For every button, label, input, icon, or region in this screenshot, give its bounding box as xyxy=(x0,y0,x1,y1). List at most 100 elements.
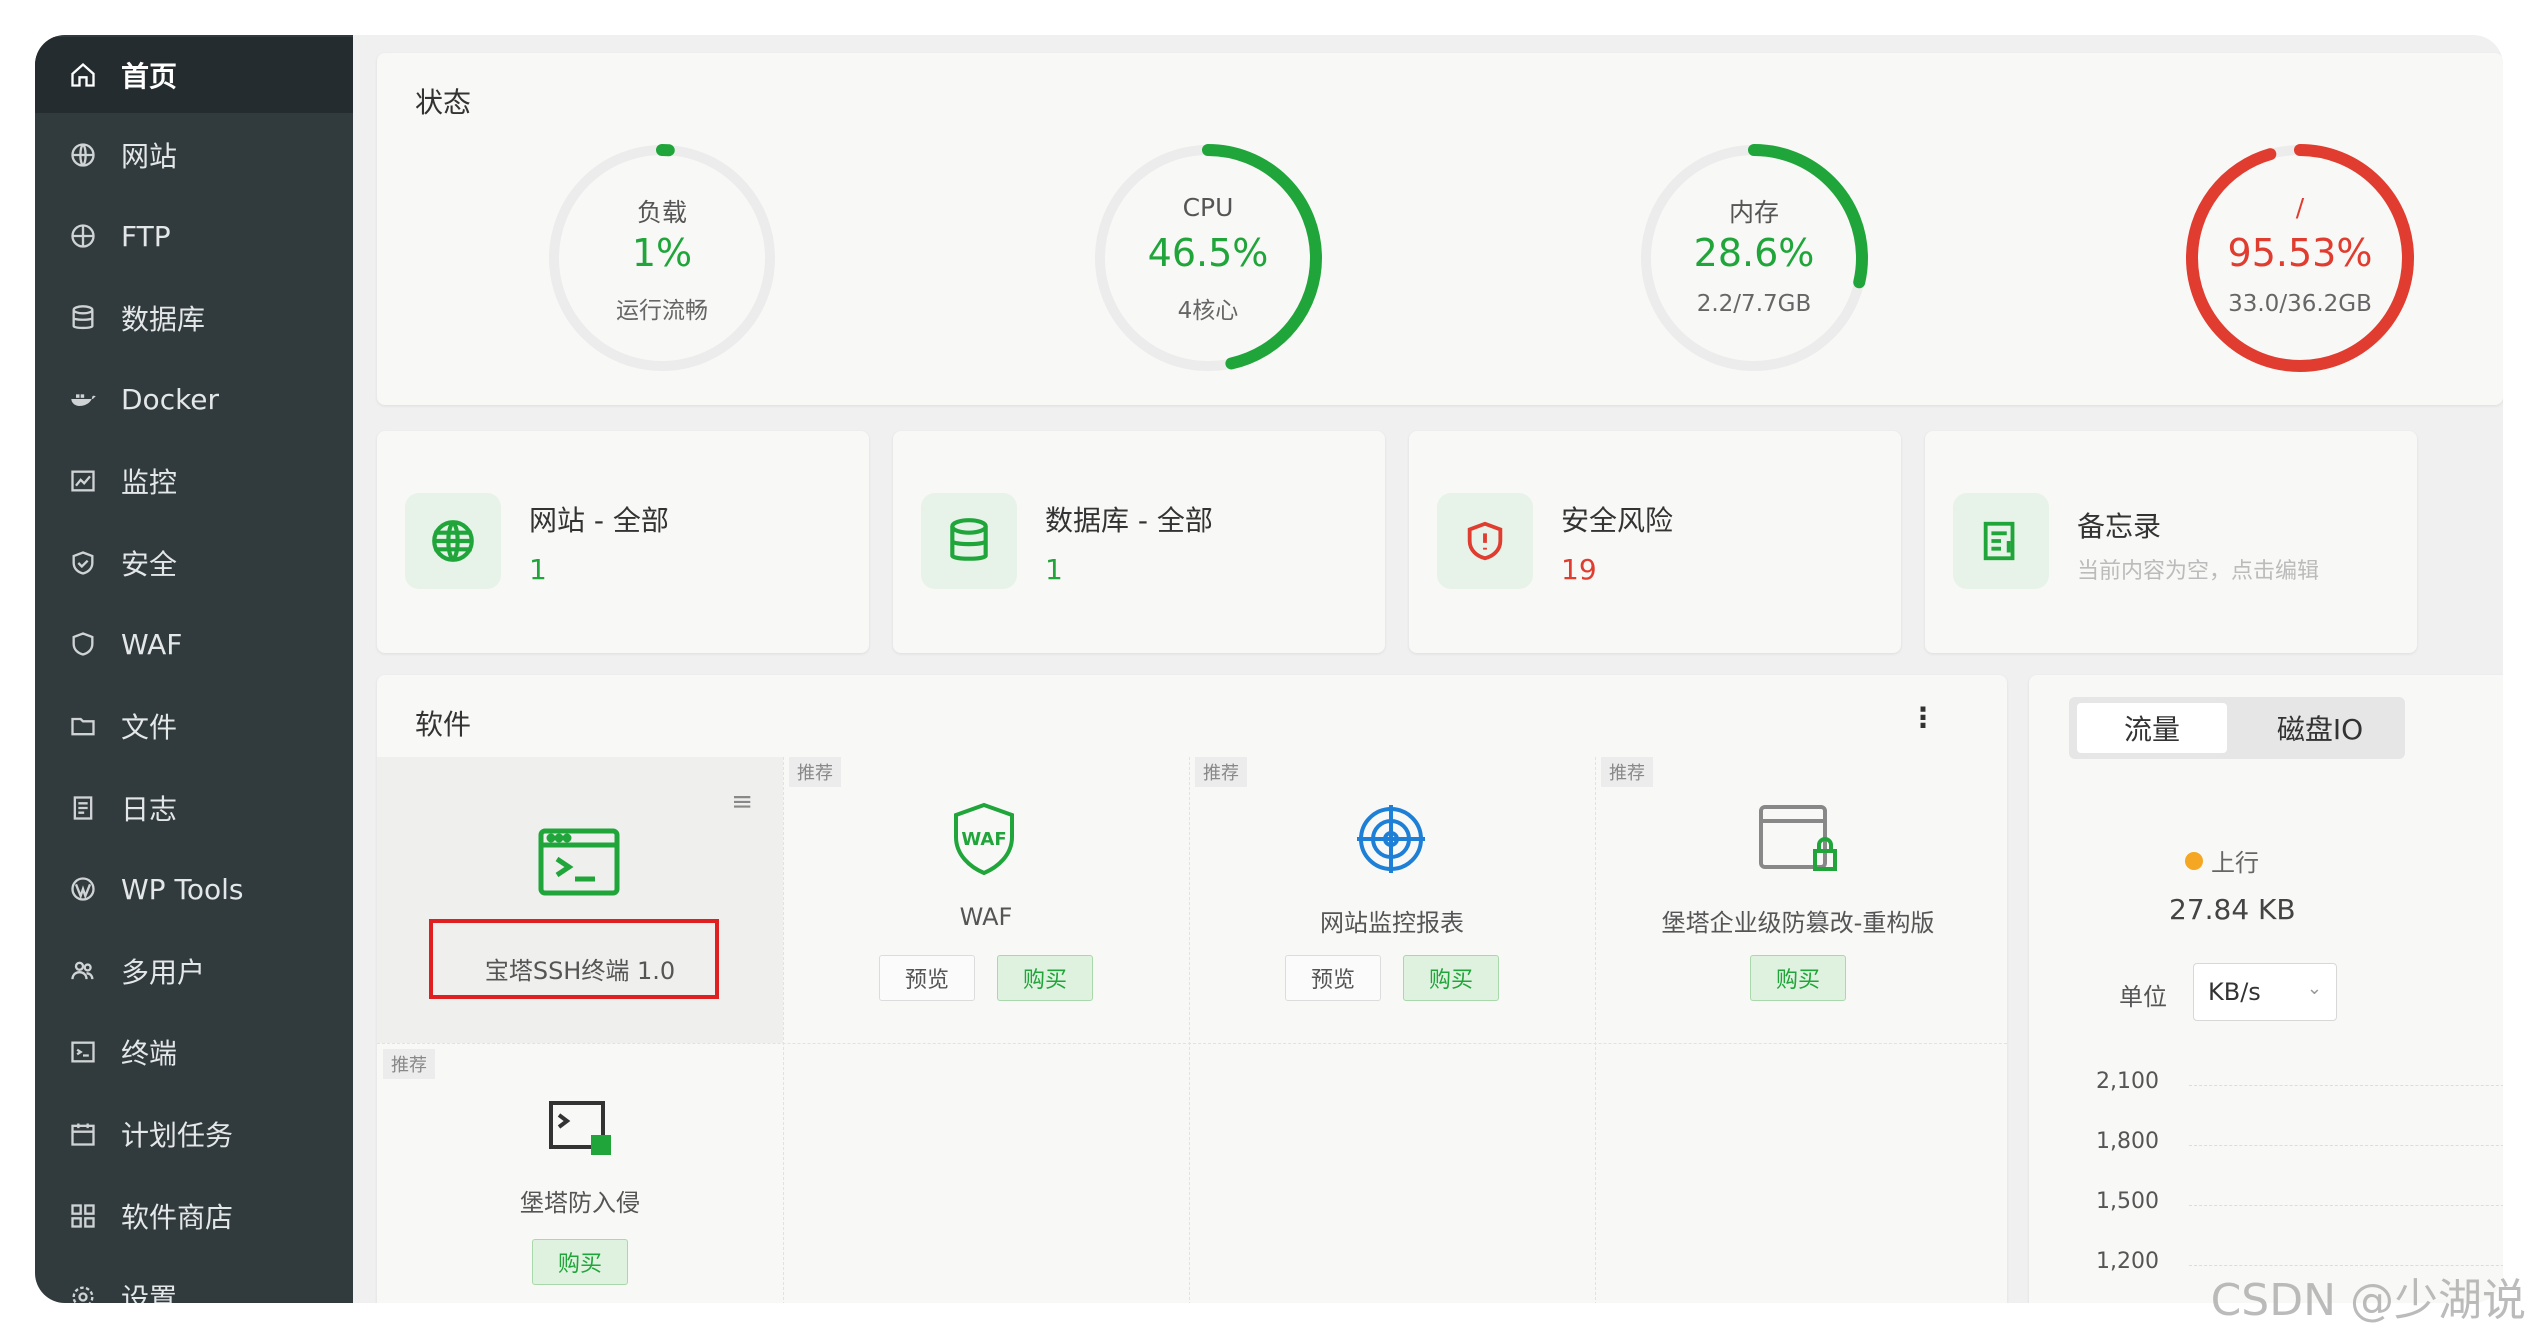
y-tick: 1,500 xyxy=(2096,1189,2159,1214)
database-icon xyxy=(67,302,99,334)
sidebar-item-ftp[interactable]: FTP xyxy=(35,198,353,274)
recommend-tag: 推荐 xyxy=(1195,757,1247,787)
memo-card[interactable]: 备忘录 当前内容为空，点击编辑 xyxy=(1925,431,2417,653)
tile-name: 堡塔企业级防篡改-重构版 xyxy=(1661,909,1935,937)
gauge-label: / xyxy=(2295,193,2305,222)
buy-button[interactable]: 购买 xyxy=(532,1239,628,1285)
upload-dot xyxy=(2185,851,2203,870)
tab-traffic[interactable]: 流量 xyxy=(2077,703,2227,753)
shield-icon xyxy=(67,547,99,579)
unit-select[interactable]: KB/s ⌄ xyxy=(2193,963,2337,1021)
software-tile-site-monitor[interactable]: 推荐 网站监控报表 预览 购买 xyxy=(1189,757,1595,1043)
gauge-sub: 4核心 xyxy=(1177,298,1239,324)
unit-label: 单位 xyxy=(2119,983,2167,1011)
load-gauge[interactable]: 负载 1% 运行流畅 xyxy=(537,133,787,383)
memory-gauge[interactable]: 内存 28.6% 2.2/7.7GB xyxy=(1629,133,1879,383)
sidebar-item-label: 文件 xyxy=(121,711,178,744)
sidebar-item-label: WP Tools xyxy=(121,872,244,906)
memo-icon xyxy=(1953,493,2049,589)
risk-shield-icon xyxy=(1437,493,1533,589)
watermark-text: CSDN @少湖说 xyxy=(2210,1275,2526,1326)
locked-window-icon xyxy=(1757,803,1843,883)
cpu-gauge[interactable]: CPU 46.5% 4核心 xyxy=(1083,133,1333,383)
preview-button[interactable]: 预览 xyxy=(1285,955,1381,1001)
y-tick: 1,800 xyxy=(2096,1129,2159,1154)
tab-disk-io[interactable]: 磁盘IO xyxy=(2245,703,2395,753)
grid-line xyxy=(2189,1205,2503,1206)
grid-icon xyxy=(67,1200,99,1232)
gauge-value: 1% xyxy=(631,231,693,275)
tile-name: 宝塔SSH终端 1.0 xyxy=(484,957,676,985)
recommend-tag: 推荐 xyxy=(1601,757,1653,787)
sidebar-item-terminal[interactable]: 终端 xyxy=(35,1014,353,1090)
sites-card[interactable]: 网站 - 全部 1 xyxy=(377,431,869,653)
status-title: 状态 xyxy=(415,86,472,119)
sidebar-item-home[interactable]: 首页 xyxy=(35,37,353,113)
sidebar-item-monitor[interactable]: 监控 xyxy=(35,443,353,519)
tile-divider xyxy=(783,757,784,1303)
grid-line xyxy=(2189,1145,2503,1146)
y-tick: 1,200 xyxy=(2096,1249,2159,1274)
users-icon xyxy=(67,955,99,987)
buy-button[interactable]: 购买 xyxy=(1750,955,1846,1001)
sidebar-item-label: WAF xyxy=(121,627,183,661)
sidebar-item-security[interactable]: 安全 xyxy=(35,525,353,601)
tile-divider xyxy=(1595,757,1596,1303)
sidebar-item-waf[interactable]: WAF xyxy=(35,606,353,682)
sidebar-item-label: 日志 xyxy=(121,793,178,826)
sidebar-item-label: 终端 xyxy=(121,1037,178,1070)
gauge-sub: 运行流畅 xyxy=(616,298,708,324)
waf-icon: WAF xyxy=(949,801,1019,881)
gauge-sub: 33.0/36.2GB xyxy=(2228,291,2372,317)
sidebar-item-cron[interactable]: 计划任务 xyxy=(35,1096,353,1172)
sidebar-item-label: 首页 xyxy=(121,60,178,93)
software-tile-intrusion-prevention[interactable]: 推荐 堡塔防入侵 购买 xyxy=(377,1043,783,1303)
databases-card[interactable]: 数据库 - 全部 1 xyxy=(893,431,1385,653)
card-value[interactable]: 19 xyxy=(1561,553,1597,586)
more-options-icon[interactable]: ⋮ xyxy=(1909,701,1937,734)
software-tile-tamper-proof[interactable]: 推荐 堡塔企业级防篡改-重构版 购买 xyxy=(1595,757,2001,1043)
tile-name: WAF xyxy=(959,903,1013,931)
gauge-value: 95.53% xyxy=(2227,231,2373,275)
preview-button[interactable]: 预览 xyxy=(879,955,975,1001)
unit-select-value: KB/s xyxy=(2208,978,2261,1006)
recommend-tag: 推荐 xyxy=(383,1049,435,1079)
calendar-icon xyxy=(67,1118,99,1150)
settings-icon xyxy=(67,1281,99,1303)
sidebar-item-logs[interactable]: 日志 xyxy=(35,770,353,846)
card-value[interactable]: 1 xyxy=(529,553,547,586)
drag-handle-icon[interactable]: ≡ xyxy=(731,787,753,817)
card-value[interactable]: 1 xyxy=(1045,553,1063,586)
traffic-panel: 流量 磁盘IO 上行 27.84 KB 单位 KB/s ⌄ 2,100 1,80… xyxy=(2029,675,2503,1303)
sidebar-item-database[interactable]: 数据库 xyxy=(35,280,353,356)
y-tick: 2,100 xyxy=(2096,1069,2159,1094)
disk-gauge[interactable]: / 95.53% 33.0/36.2GB xyxy=(2175,133,2425,383)
sidebar-item-wp-tools[interactable]: WP Tools xyxy=(35,851,353,927)
sidebar-item-multi-user[interactable]: 多用户 xyxy=(35,933,353,1009)
sidebar-item-label: Docker xyxy=(121,382,220,416)
software-title: 软件 xyxy=(415,708,472,741)
software-panel: 软件 ⋮ ≡ 宝塔SSH终端 1.0 推荐 WAF WAF 预览 购买 推荐 网… xyxy=(377,675,2007,1303)
home-icon xyxy=(67,59,99,91)
sidebar-item-app-store[interactable]: 软件商店 xyxy=(35,1178,353,1254)
ssh-terminal-icon xyxy=(537,827,621,901)
sidebar-item-label: 软件商店 xyxy=(121,1201,234,1234)
card-title: 安全风险 xyxy=(1561,504,1674,537)
globe-icon xyxy=(67,139,99,171)
sidebar-item-sites[interactable]: 网站 xyxy=(35,117,353,193)
upload-value: 27.84 KB xyxy=(2169,893,2296,926)
buy-button[interactable]: 购买 xyxy=(1403,955,1499,1001)
security-risk-card[interactable]: 安全风险 19 xyxy=(1409,431,1901,653)
sidebar-item-docker[interactable]: Docker xyxy=(35,361,353,437)
sidebar-item-files[interactable]: 文件 xyxy=(35,688,353,764)
tile-divider xyxy=(1189,757,1190,1303)
upload-legend[interactable]: 上行 xyxy=(2185,843,2259,878)
software-tile-ssh[interactable]: ≡ 宝塔SSH终端 1.0 xyxy=(377,757,783,1043)
sidebar-item-settings[interactable]: 设置 xyxy=(35,1259,353,1303)
sidebar-item-label: 监控 xyxy=(121,466,178,499)
sidebar-item-label: FTP xyxy=(121,219,171,253)
card-title: 备忘录 xyxy=(2077,510,2162,543)
software-tile-waf[interactable]: 推荐 WAF WAF 预览 购买 xyxy=(783,757,1189,1043)
buy-button[interactable]: 购买 xyxy=(997,955,1093,1001)
memo-hint: 当前内容为空，点击编辑 xyxy=(2077,559,2320,584)
